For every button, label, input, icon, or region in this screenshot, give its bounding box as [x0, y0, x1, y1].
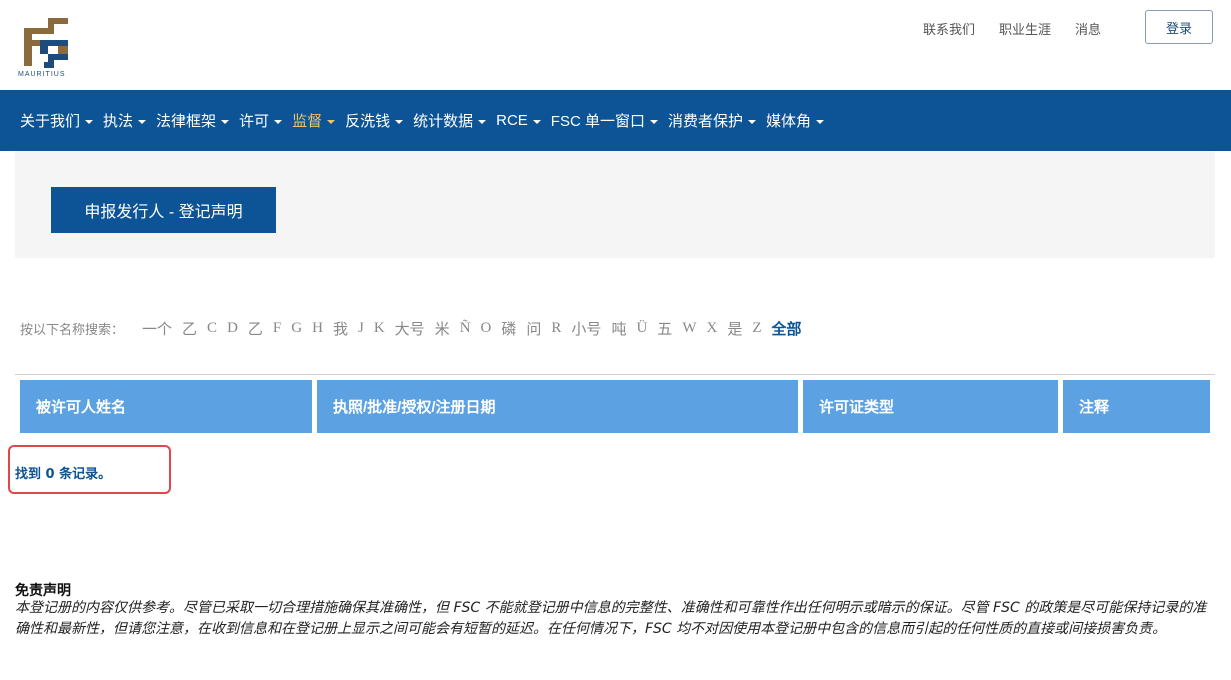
nav-item-4[interactable]: 监督: [292, 110, 336, 131]
fsc-logo[interactable]: [18, 10, 74, 80]
alphabet-link[interactable]: 米: [435, 318, 450, 339]
nav-item-label: 媒体角: [765, 113, 811, 130]
alphabet-link[interactable]: 吨: [611, 318, 626, 339]
alphabet-search: 按以下名称搜索： 一个乙 C D 乙 F G H 我 J K 大号米 Ñ O 磷问 R 小号吨 Ü 五 W X 是 Z 全部: [20, 318, 802, 339]
alphabet-link[interactable]: J: [358, 320, 364, 337]
alphabet-link[interactable]: Z: [752, 320, 761, 337]
alphabet-link[interactable]: H: [312, 320, 323, 337]
alphabet-link[interactable]: 乙: [248, 318, 263, 339]
nav-item-label: 消费者保护: [667, 113, 743, 130]
column-header-licensee-name[interactable]: 被许可人姓名: [20, 380, 312, 433]
alphabet-link[interactable]: Ñ: [460, 320, 471, 337]
site-header: MAURITIUS 联系我们 职业生涯 消息 登录: [0, 0, 1231, 90]
divider: [15, 374, 1215, 375]
contact-us-link[interactable]: 联系我们: [923, 19, 975, 38]
news-link[interactable]: 消息: [1075, 19, 1101, 38]
disclaimer-title: 免责声明: [15, 583, 71, 599]
nav-item-3[interactable]: 许可: [239, 110, 283, 131]
alphabet-link[interactable]: 是: [727, 318, 742, 339]
alphabet-link[interactable]: 乙: [182, 318, 197, 339]
nav-item-10[interactable]: 媒体角: [766, 110, 824, 131]
alphabet-link[interactable]: G: [291, 320, 302, 337]
nav-item-label: 关于我们: [20, 113, 81, 130]
alphabet-link[interactable]: 小号: [571, 318, 601, 339]
caret-down-icon: [532, 119, 541, 124]
alphabet-link[interactable]: D: [227, 320, 238, 337]
alphabet-link[interactable]: 磷: [501, 318, 516, 339]
column-header-date[interactable]: 执照/批准/授权/注册日期: [317, 380, 798, 433]
nav-item-1[interactable]: 执法: [103, 110, 147, 131]
nav-item-2[interactable]: 法律框架: [156, 110, 230, 131]
alphabet-link[interactable]: 大号: [395, 318, 425, 339]
caret-down-icon: [478, 119, 487, 124]
alphabet-link[interactable]: W: [682, 320, 696, 337]
nav-item-label: 执法: [103, 113, 134, 130]
caret-down-icon: [649, 119, 658, 124]
result-highlight-box: [8, 445, 171, 494]
alphabet-link[interactable]: 我: [333, 318, 348, 339]
nav-item-label: 许可: [239, 113, 270, 130]
alphabet-link[interactable]: K: [374, 320, 385, 337]
caret-down-icon: [327, 119, 336, 124]
nav-item-label: 反洗钱: [345, 113, 391, 130]
alphabet-link[interactable]: C: [207, 320, 217, 337]
alphabet-link[interactable]: R: [551, 320, 561, 337]
nav-item-5[interactable]: 反洗钱: [345, 110, 404, 131]
logo-wordmark: MAURITIUS: [18, 71, 66, 78]
caret-down-icon: [85, 119, 94, 124]
caret-down-icon: [274, 119, 283, 124]
alphabet-link[interactable]: 一个: [142, 318, 172, 339]
main-nav: 关于我们 执法 法律框架 许可 监督 反洗钱 统计数据 RCE FSC 单一窗口 消费者保护 媒体角: [0, 90, 1231, 151]
alphabet-all-link[interactable]: 全部: [772, 318, 802, 339]
alphabet-link[interactable]: 问: [526, 318, 541, 339]
nav-item-9[interactable]: 消费者保护: [668, 110, 756, 131]
nav-item-6[interactable]: 统计数据: [413, 110, 487, 131]
nav-item-label: 统计数据: [413, 113, 474, 130]
caret-down-icon: [815, 119, 824, 124]
login-button[interactable]: 登录: [1145, 10, 1213, 44]
disclaimer-text: 本登记册的内容仅供参考。尽管已采取一切合理措施确保其准确性，但 FSC 不能就登…: [15, 600, 1207, 637]
nav-item-label: RCE: [496, 112, 528, 129]
column-header-notes[interactable]: 注释: [1063, 380, 1210, 433]
caret-down-icon: [747, 119, 756, 124]
nav-item-8[interactable]: FSC 单一窗口: [551, 110, 658, 131]
caret-down-icon: [138, 119, 147, 124]
caret-down-icon: [221, 119, 230, 124]
top-links: 联系我们 职业生涯 消息: [923, 19, 1125, 38]
nav-item-label: 监督: [292, 113, 323, 130]
caret-down-icon: [395, 119, 404, 124]
alphabet-link[interactable]: F: [273, 320, 281, 337]
nav-item-label: FSC 单一窗口: [550, 113, 645, 130]
alphabet-link[interactable]: Ü: [636, 320, 647, 337]
careers-link[interactable]: 职业生涯: [999, 19, 1051, 38]
column-header-licence-type[interactable]: 许可证类型: [803, 380, 1058, 433]
nav-item-label: 法律框架: [156, 113, 217, 130]
nav-item-7[interactable]: RCE: [496, 112, 541, 129]
page-title-panel: 申报发行人 - 登记声明: [15, 151, 1215, 258]
alphabet-link[interactable]: X: [706, 320, 717, 337]
alphabet-link[interactable]: O: [481, 320, 492, 337]
nav-item-0[interactable]: 关于我们: [20, 110, 94, 131]
alphabet-link[interactable]: 五: [657, 318, 672, 339]
page-title: 申报发行人 - 登记声明: [51, 187, 276, 233]
alphabet-search-label: 按以下名称搜索：: [20, 323, 125, 338]
